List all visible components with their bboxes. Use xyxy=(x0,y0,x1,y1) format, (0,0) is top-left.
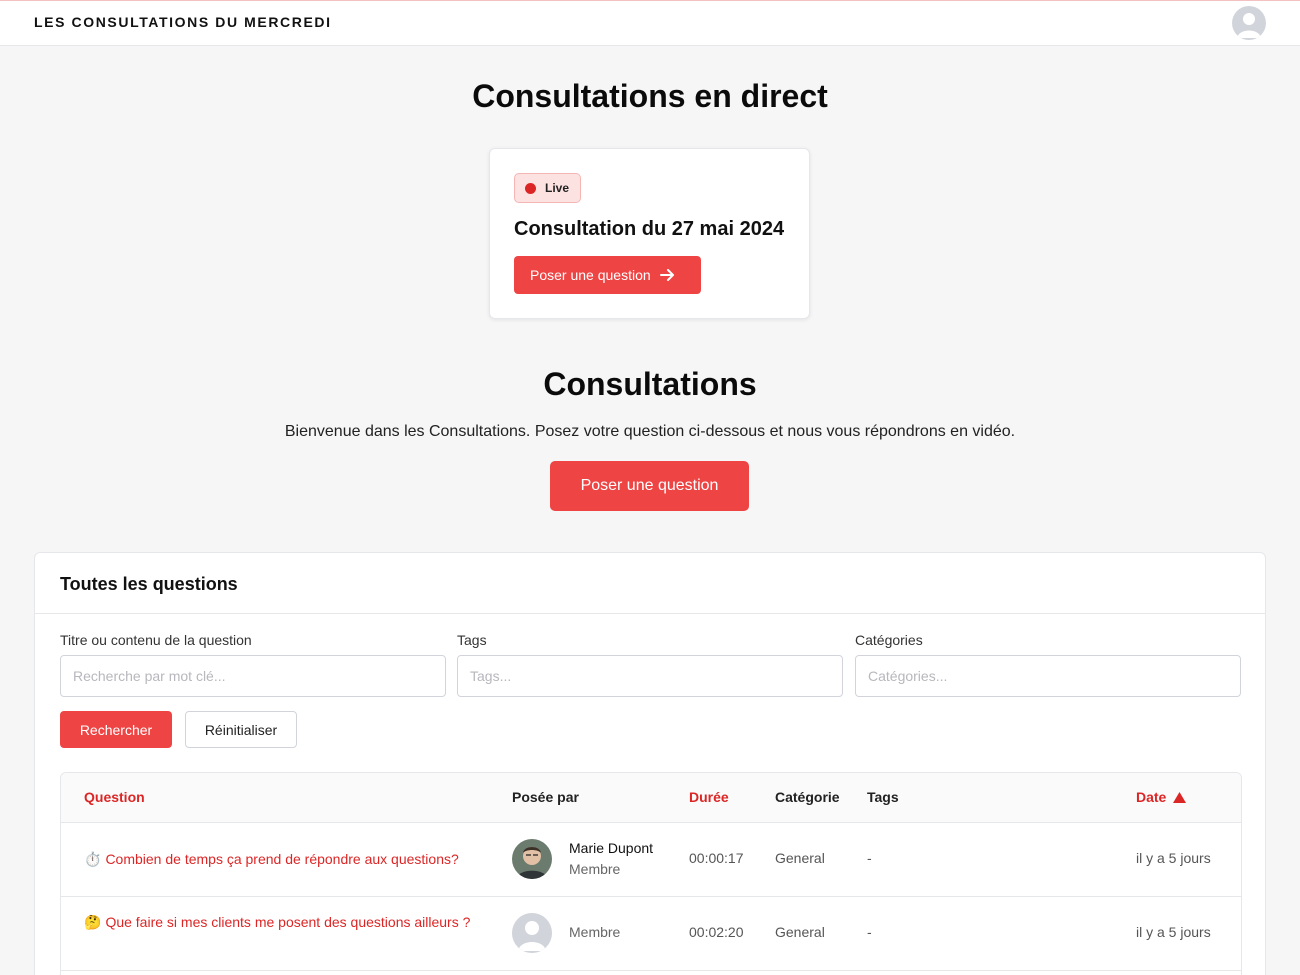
live-consultation-card: Live Consultation du 27 mai 2024 Poser u… xyxy=(489,148,810,319)
asker-role: Membre xyxy=(569,861,621,877)
query-search-input[interactable] xyxy=(60,655,446,697)
question-link[interactable]: Combien de temps ça prend de répondre au… xyxy=(105,851,458,867)
divider xyxy=(35,613,1265,614)
question-cell[interactable]: ⏱️ Combien de temps ça prend de répondre … xyxy=(84,849,494,869)
column-date-label: Date xyxy=(1136,789,1167,805)
live-dot-icon xyxy=(525,182,536,194)
ask-question-button[interactable]: Poser une question xyxy=(550,461,749,511)
asker-name: Marie Dupont xyxy=(569,840,654,856)
categories-label: Catégories xyxy=(855,632,923,648)
tags-cell: - xyxy=(867,924,872,940)
table-header: Question Posée par Durée Catégorie Tags … xyxy=(61,773,1241,823)
site-brand[interactable]: LES CONSULTATIONS DU MERCREDI xyxy=(34,14,332,30)
top-navbar: LES CONSULTATIONS DU MERCREDI xyxy=(0,0,1300,46)
questions-panel: Toutes les questions Titre ou contenu de… xyxy=(34,552,1266,975)
questions-table: Question Posée par Durée Catégorie Tags … xyxy=(60,772,1242,975)
date-cell: il y a 5 jours xyxy=(1136,850,1211,866)
questions-title: Toutes les questions xyxy=(60,574,238,594)
live-badge-label: Live xyxy=(545,181,570,195)
column-duration[interactable]: Durée xyxy=(689,789,729,805)
avatar xyxy=(512,839,552,879)
reset-button[interactable]: Réinitialiser xyxy=(185,711,297,748)
tags-cell: - xyxy=(867,850,872,866)
tags-input[interactable] xyxy=(457,655,843,697)
category-cell: General xyxy=(775,850,825,866)
table-row[interactable]: 🤔 Que faire si mes clients me posent des … xyxy=(61,897,1241,971)
consultations-intro: Bienvenue dans les Consultations. Posez … xyxy=(284,423,1016,440)
column-category: Catégorie xyxy=(775,789,840,805)
column-date[interactable]: Date xyxy=(1136,789,1187,805)
asker-role: Membre xyxy=(569,924,621,940)
consultations-heading: Consultations xyxy=(543,366,757,402)
live-ask-question-label: Poser une question xyxy=(530,267,651,283)
stopwatch-icon: ⏱️ xyxy=(84,851,102,867)
column-question[interactable]: Question xyxy=(84,789,145,805)
user-avatar-icon[interactable] xyxy=(1232,6,1266,40)
column-tags: Tags xyxy=(867,789,899,805)
question-link[interactable]: Que faire si mes clients me posent des q… xyxy=(105,914,470,930)
avatar xyxy=(512,913,552,953)
date-cell: il y a 5 jours xyxy=(1136,924,1211,940)
search-button[interactable]: Rechercher xyxy=(60,711,172,748)
live-badge: Live xyxy=(514,173,581,203)
table-row[interactable]: ⏱️ Combien de temps ça prend de répondre … xyxy=(61,823,1241,897)
tags-label: Tags xyxy=(457,632,487,648)
question-cell[interactable]: 🤔 Que faire si mes clients me posent des … xyxy=(84,912,494,932)
column-asked-by: Posée par xyxy=(512,789,579,805)
thinking-face-icon: 🤔 xyxy=(84,914,102,930)
categories-input[interactable] xyxy=(855,655,1241,697)
live-ask-question-button[interactable]: Poser une question xyxy=(514,256,701,294)
triangle-up-icon xyxy=(1173,792,1187,803)
query-label: Titre ou contenu de la question xyxy=(60,632,252,648)
duration-cell: 00:02:20 xyxy=(689,924,744,940)
live-heading: Consultations en direct xyxy=(472,78,828,114)
arrow-right-icon xyxy=(659,269,675,281)
duration-cell: 00:00:17 xyxy=(689,850,744,866)
live-consultation-title: Consultation du 27 mai 2024 xyxy=(514,218,785,240)
category-cell: General xyxy=(775,924,825,940)
